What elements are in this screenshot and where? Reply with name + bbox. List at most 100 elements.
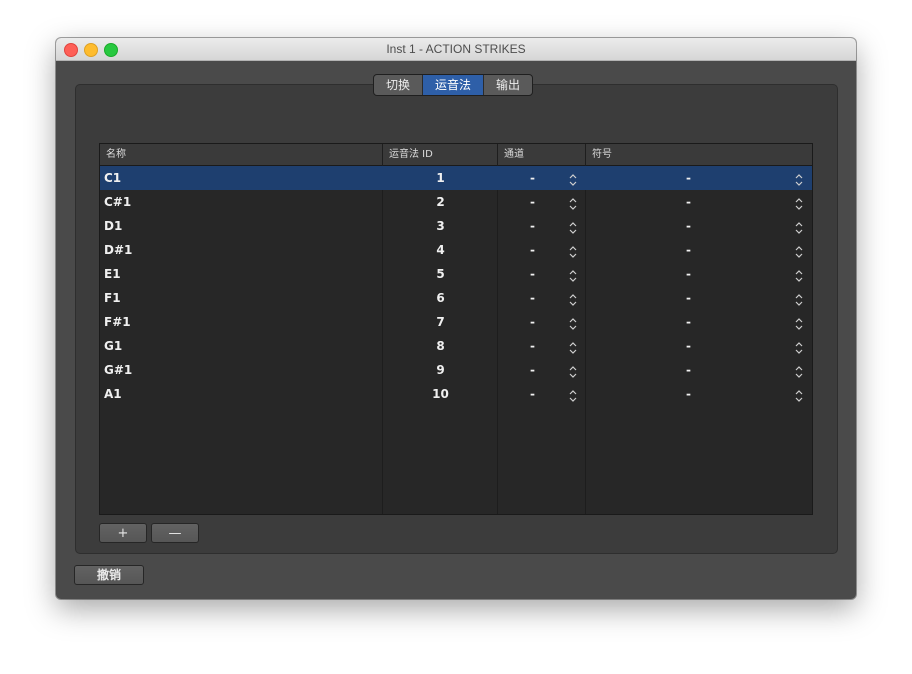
table-row[interactable]: G#1 9 - - xyxy=(100,358,812,382)
channel-value: - xyxy=(530,363,535,377)
table-row[interactable]: G1 8 - - xyxy=(100,334,812,358)
symbol-value: - xyxy=(686,387,691,401)
symbol-value: - xyxy=(686,315,691,329)
table-header: 名称 运音法 ID 通道 符号 xyxy=(100,144,812,166)
up-down-stepper-icon[interactable] xyxy=(795,339,803,354)
table-row[interactable]: C1 1 - - xyxy=(100,166,812,190)
channel-selector[interactable]: - xyxy=(498,214,586,238)
column-header-articulation-id[interactable]: 运音法 ID xyxy=(383,144,498,165)
symbol-selector[interactable]: - xyxy=(586,214,812,238)
articulation-name: E1 xyxy=(104,267,121,281)
articulation-id: 7 xyxy=(436,315,445,329)
up-down-stepper-icon[interactable] xyxy=(795,291,803,306)
up-down-stepper-icon[interactable] xyxy=(569,291,577,306)
articulation-name: D1 xyxy=(104,219,123,233)
channel-value: - xyxy=(530,243,535,257)
up-down-stepper-icon[interactable] xyxy=(569,171,577,186)
articulation-name: F1 xyxy=(104,291,121,305)
tab-articulation[interactable]: 运音法 xyxy=(423,75,485,95)
undo-button[interactable]: 撤销 xyxy=(74,565,144,585)
symbol-value: - xyxy=(686,339,691,353)
channel-selector[interactable]: - xyxy=(498,334,586,358)
symbol-value: - xyxy=(686,219,691,233)
column-header-symbol[interactable]: 符号 xyxy=(586,144,812,165)
channel-selector[interactable]: - xyxy=(498,262,586,286)
window-title: Inst 1 - ACTION STRIKES xyxy=(386,42,526,56)
tab-bar: 切换 运音法 输出 xyxy=(373,74,534,96)
table-row[interactable]: F#1 7 - - xyxy=(100,310,812,334)
up-down-stepper-icon[interactable] xyxy=(569,219,577,234)
up-down-stepper-icon[interactable] xyxy=(795,267,803,282)
articulation-id: 6 xyxy=(436,291,445,305)
channel-selector[interactable]: - xyxy=(498,358,586,382)
channel-selector[interactable]: - xyxy=(498,382,586,406)
up-down-stepper-icon[interactable] xyxy=(569,339,577,354)
up-down-stepper-icon[interactable] xyxy=(795,363,803,378)
table-row[interactable]: D1 3 - - xyxy=(100,214,812,238)
up-down-stepper-icon[interactable] xyxy=(795,243,803,258)
articulation-name: C1 xyxy=(104,171,122,185)
tab-switch[interactable]: 切换 xyxy=(374,75,424,95)
column-header-channel[interactable]: 通道 xyxy=(498,144,586,165)
channel-value: - xyxy=(530,291,535,305)
symbol-selector[interactable]: - xyxy=(586,358,812,382)
articulation-id: 5 xyxy=(436,267,445,281)
symbol-value: - xyxy=(686,171,691,185)
table-row[interactable]: A1 10 - - xyxy=(100,382,812,406)
articulation-id: 3 xyxy=(436,219,445,233)
symbol-selector[interactable]: - xyxy=(586,310,812,334)
articulation-id: 9 xyxy=(436,363,445,377)
up-down-stepper-icon[interactable] xyxy=(569,195,577,210)
articulation-id: 1 xyxy=(436,171,445,185)
symbol-value: - xyxy=(686,195,691,209)
up-down-stepper-icon[interactable] xyxy=(795,195,803,210)
articulation-name: G#1 xyxy=(104,363,133,377)
add-articulation-button[interactable]: + xyxy=(99,523,147,543)
remove-articulation-button[interactable]: — xyxy=(151,523,199,543)
channel-value: - xyxy=(530,315,535,329)
articulation-name: G1 xyxy=(104,339,123,353)
articulation-id: 2 xyxy=(436,195,445,209)
channel-selector[interactable]: - xyxy=(498,310,586,334)
symbol-selector[interactable]: - xyxy=(586,238,812,262)
articulation-table: 名称 运音法 ID 通道 符号 C1 1- - C#1 2- - D1 3- - D#1 4- - E1… xyxy=(99,143,813,515)
symbol-selector[interactable]: - xyxy=(586,286,812,310)
up-down-stepper-icon[interactable] xyxy=(795,171,803,186)
column-header-name[interactable]: 名称 xyxy=(100,144,383,165)
up-down-stepper-icon[interactable] xyxy=(569,315,577,330)
symbol-selector[interactable]: - xyxy=(586,262,812,286)
channel-value: - xyxy=(530,171,535,185)
up-down-stepper-icon[interactable] xyxy=(569,267,577,282)
articulation-name: A1 xyxy=(104,387,122,401)
channel-value: - xyxy=(530,387,535,401)
channel-selector[interactable]: - xyxy=(498,166,586,190)
symbol-value: - xyxy=(686,243,691,257)
title-bar[interactable]: Inst 1 - ACTION STRIKES xyxy=(56,38,856,61)
channel-selector[interactable]: - xyxy=(498,190,586,214)
up-down-stepper-icon[interactable] xyxy=(795,219,803,234)
symbol-value: - xyxy=(686,291,691,305)
symbol-selector[interactable]: - xyxy=(586,382,812,406)
articulation-id: 8 xyxy=(436,339,445,353)
symbol-value: - xyxy=(686,363,691,377)
symbol-value: - xyxy=(686,267,691,281)
articulation-window: Inst 1 - ACTION STRIKES 切换 运音法 输出 名称 运音法… xyxy=(56,38,856,599)
symbol-selector[interactable]: - xyxy=(586,334,812,358)
articulation-name: F#1 xyxy=(104,315,131,329)
up-down-stepper-icon[interactable] xyxy=(569,387,577,402)
table-row[interactable]: F1 6 - - xyxy=(100,286,812,310)
channel-selector[interactable]: - xyxy=(498,286,586,310)
table-row[interactable]: D#1 4 - - xyxy=(100,238,812,262)
tab-output[interactable]: 输出 xyxy=(484,75,532,95)
table-row[interactable]: C#1 2 - - xyxy=(100,190,812,214)
up-down-stepper-icon[interactable] xyxy=(795,387,803,402)
table-row[interactable]: E1 5 - - xyxy=(100,262,812,286)
symbol-selector[interactable]: - xyxy=(586,190,812,214)
up-down-stepper-icon[interactable] xyxy=(795,315,803,330)
symbol-selector[interactable]: - xyxy=(586,166,812,190)
up-down-stepper-icon[interactable] xyxy=(569,243,577,258)
up-down-stepper-icon[interactable] xyxy=(569,363,577,378)
channel-selector[interactable]: - xyxy=(498,238,586,262)
channel-value: - xyxy=(530,339,535,353)
channel-value: - xyxy=(530,267,535,281)
